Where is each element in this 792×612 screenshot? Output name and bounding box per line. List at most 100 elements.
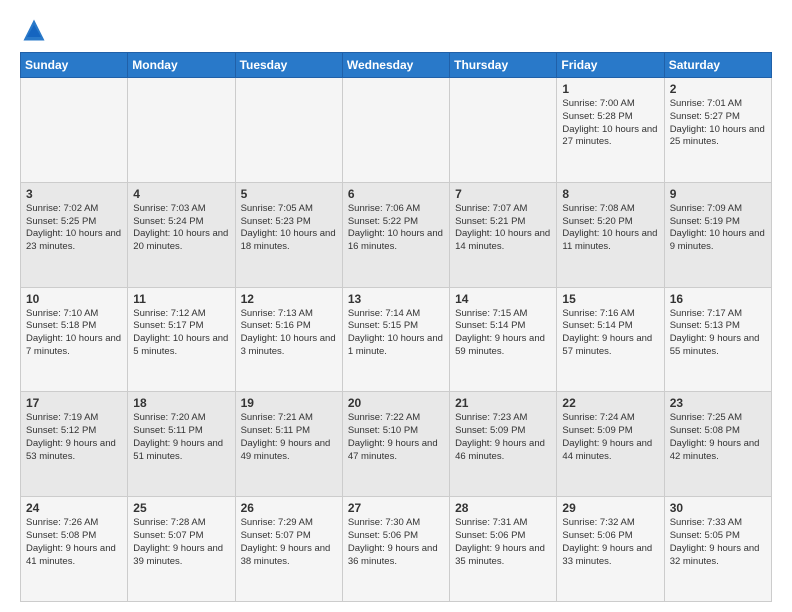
day-number: 10 xyxy=(26,292,122,306)
calendar-cell: 29 Sunrise: 7:32 AM Sunset: 5:06 PM Dayli… xyxy=(557,497,664,602)
day-info: Sunrise: 7:29 AM Sunset: 5:07 PM Dayligh… xyxy=(241,517,337,568)
calendar-cell: 15 Sunrise: 7:16 AM Sunset: 5:14 PM Dayli… xyxy=(557,287,664,392)
day-number: 21 xyxy=(455,396,551,410)
day-info: Sunrise: 7:23 AM Sunset: 5:09 PM Dayligh… xyxy=(455,412,551,463)
day-info: Sunrise: 7:06 AM Sunset: 5:22 PM Dayligh… xyxy=(348,203,444,254)
calendar-week-row: 24 Sunrise: 7:26 AM Sunset: 5:08 PM Dayli… xyxy=(21,497,772,602)
calendar-cell: 10 Sunrise: 7:10 AM Sunset: 5:18 PM Dayli… xyxy=(21,287,128,392)
header xyxy=(20,16,772,44)
calendar-cell: 14Sunrise: 7:15 AM Sunset: 5:14 PM Dayli… xyxy=(450,287,557,392)
day-info: Sunrise: 7:20 AM Sunset: 5:11 PM Dayligh… xyxy=(133,412,229,463)
day-info: Sunrise: 7:05 AM Sunset: 5:23 PM Dayligh… xyxy=(241,203,337,254)
calendar-cell: 1Sunrise: 7:00 AM Sunset: 5:28 PM Daylig… xyxy=(557,78,664,183)
day-number: 24 xyxy=(26,501,122,515)
day-number: 23 xyxy=(670,396,766,410)
calendar-cell: 13 Sunrise: 7:14 AM Sunset: 5:15 PM Dayli… xyxy=(342,287,449,392)
calendar-week-row: 1Sunrise: 7:00 AM Sunset: 5:28 PM Daylig… xyxy=(21,78,772,183)
day-number: 18 xyxy=(133,396,229,410)
calendar-cell xyxy=(21,78,128,183)
day-number: 15 xyxy=(562,292,658,306)
day-number: 6 xyxy=(348,187,444,201)
calendar-cell: 21 Sunrise: 7:23 AM Sunset: 5:09 PM Dayli… xyxy=(450,392,557,497)
day-number: 29 xyxy=(562,501,658,515)
calendar-week-row: 3 Sunrise: 7:02 AM Sunset: 5:25 PM Daylig… xyxy=(21,182,772,287)
day-number: 30 xyxy=(670,501,766,515)
day-info: Sunrise: 7:02 AM Sunset: 5:25 PM Dayligh… xyxy=(26,203,122,254)
day-info: Sunrise: 7:32 AM Sunset: 5:06 PM Dayligh… xyxy=(562,517,658,568)
day-info: Sunrise: 7:21 AM Sunset: 5:11 PM Dayligh… xyxy=(241,412,337,463)
weekday-header: Wednesday xyxy=(342,53,449,78)
calendar-cell: 9Sunrise: 7:09 AM Sunset: 5:19 PM Daylig… xyxy=(664,182,771,287)
day-number: 7 xyxy=(455,187,551,201)
day-number: 12 xyxy=(241,292,337,306)
weekday-header: Saturday xyxy=(664,53,771,78)
day-info: Sunrise: 7:12 AM Sunset: 5:17 PM Dayligh… xyxy=(133,308,229,359)
day-number: 2 xyxy=(670,82,766,96)
day-number: 8 xyxy=(562,187,658,201)
day-number: 1 xyxy=(562,82,658,96)
day-number: 26 xyxy=(241,501,337,515)
day-number: 3 xyxy=(26,187,122,201)
day-info: Sunrise: 7:09 AM Sunset: 5:19 PM Dayligh… xyxy=(670,203,766,254)
calendar-cell xyxy=(342,78,449,183)
day-info: Sunrise: 7:25 AM Sunset: 5:08 PM Dayligh… xyxy=(670,412,766,463)
day-info: Sunrise: 7:14 AM Sunset: 5:15 PM Dayligh… xyxy=(348,308,444,359)
day-number: 22 xyxy=(562,396,658,410)
weekday-header: Monday xyxy=(128,53,235,78)
calendar-week-row: 10 Sunrise: 7:10 AM Sunset: 5:18 PM Dayli… xyxy=(21,287,772,392)
day-number: 4 xyxy=(133,187,229,201)
calendar-cell: 20 Sunrise: 7:22 AM Sunset: 5:10 PM Dayli… xyxy=(342,392,449,497)
day-info: Sunrise: 7:26 AM Sunset: 5:08 PM Dayligh… xyxy=(26,517,122,568)
page: SundayMondayTuesdayWednesdayThursdayFrid… xyxy=(0,0,792,612)
calendar-cell: 26 Sunrise: 7:29 AM Sunset: 5:07 PM Dayli… xyxy=(235,497,342,602)
logo xyxy=(20,16,52,44)
logo-icon xyxy=(20,16,48,44)
day-info: Sunrise: 7:17 AM Sunset: 5:13 PM Dayligh… xyxy=(670,308,766,359)
weekday-header-row: SundayMondayTuesdayWednesdayThursdayFrid… xyxy=(21,53,772,78)
day-info: Sunrise: 7:28 AM Sunset: 5:07 PM Dayligh… xyxy=(133,517,229,568)
calendar-cell: 3 Sunrise: 7:02 AM Sunset: 5:25 PM Daylig… xyxy=(21,182,128,287)
day-number: 28 xyxy=(455,501,551,515)
weekday-header: Tuesday xyxy=(235,53,342,78)
day-number: 13 xyxy=(348,292,444,306)
day-info: Sunrise: 7:33 AM Sunset: 5:05 PM Dayligh… xyxy=(670,517,766,568)
day-number: 5 xyxy=(241,187,337,201)
calendar-cell: 28 Sunrise: 7:31 AM Sunset: 5:06 PM Dayli… xyxy=(450,497,557,602)
calendar-cell: 11 Sunrise: 7:12 AM Sunset: 5:17 PM Dayli… xyxy=(128,287,235,392)
day-info: Sunrise: 7:22 AM Sunset: 5:10 PM Dayligh… xyxy=(348,412,444,463)
calendar-cell: 5 Sunrise: 7:05 AM Sunset: 5:23 PM Daylig… xyxy=(235,182,342,287)
calendar-cell: 12 Sunrise: 7:13 AM Sunset: 5:16 PM Dayli… xyxy=(235,287,342,392)
calendar-cell: 25 Sunrise: 7:28 AM Sunset: 5:07 PM Dayli… xyxy=(128,497,235,602)
calendar-cell: 8Sunrise: 7:08 AM Sunset: 5:20 PM Daylig… xyxy=(557,182,664,287)
day-number: 20 xyxy=(348,396,444,410)
day-info: Sunrise: 7:31 AM Sunset: 5:06 PM Dayligh… xyxy=(455,517,551,568)
calendar-cell: 22Sunrise: 7:24 AM Sunset: 5:09 PM Dayli… xyxy=(557,392,664,497)
calendar-cell: 18 Sunrise: 7:20 AM Sunset: 5:11 PM Dayli… xyxy=(128,392,235,497)
calendar-cell xyxy=(450,78,557,183)
calendar-cell: 19Sunrise: 7:21 AM Sunset: 5:11 PM Dayli… xyxy=(235,392,342,497)
day-info: Sunrise: 7:01 AM Sunset: 5:27 PM Dayligh… xyxy=(670,98,766,149)
calendar-table: SundayMondayTuesdayWednesdayThursdayFrid… xyxy=(20,52,772,602)
day-number: 17 xyxy=(26,396,122,410)
day-info: Sunrise: 7:16 AM Sunset: 5:14 PM Dayligh… xyxy=(562,308,658,359)
calendar-cell xyxy=(128,78,235,183)
day-number: 16 xyxy=(670,292,766,306)
day-info: Sunrise: 7:15 AM Sunset: 5:14 PM Dayligh… xyxy=(455,308,551,359)
calendar-cell: 30 Sunrise: 7:33 AM Sunset: 5:05 PM Dayli… xyxy=(664,497,771,602)
day-number: 25 xyxy=(133,501,229,515)
day-number: 11 xyxy=(133,292,229,306)
weekday-header: Friday xyxy=(557,53,664,78)
calendar-cell: 6 Sunrise: 7:06 AM Sunset: 5:22 PM Daylig… xyxy=(342,182,449,287)
calendar-cell: 2 Sunrise: 7:01 AM Sunset: 5:27 PM Daylig… xyxy=(664,78,771,183)
calendar-cell: 24 Sunrise: 7:26 AM Sunset: 5:08 PM Dayli… xyxy=(21,497,128,602)
day-info: Sunrise: 7:03 AM Sunset: 5:24 PM Dayligh… xyxy=(133,203,229,254)
weekday-header: Sunday xyxy=(21,53,128,78)
calendar-cell xyxy=(235,78,342,183)
day-info: Sunrise: 7:07 AM Sunset: 5:21 PM Dayligh… xyxy=(455,203,551,254)
day-info: Sunrise: 7:10 AM Sunset: 5:18 PM Dayligh… xyxy=(26,308,122,359)
day-number: 27 xyxy=(348,501,444,515)
calendar-cell: 7 Sunrise: 7:07 AM Sunset: 5:21 PM Daylig… xyxy=(450,182,557,287)
calendar-cell: 23 Sunrise: 7:25 AM Sunset: 5:08 PM Dayli… xyxy=(664,392,771,497)
day-info: Sunrise: 7:30 AM Sunset: 5:06 PM Dayligh… xyxy=(348,517,444,568)
day-info: Sunrise: 7:13 AM Sunset: 5:16 PM Dayligh… xyxy=(241,308,337,359)
